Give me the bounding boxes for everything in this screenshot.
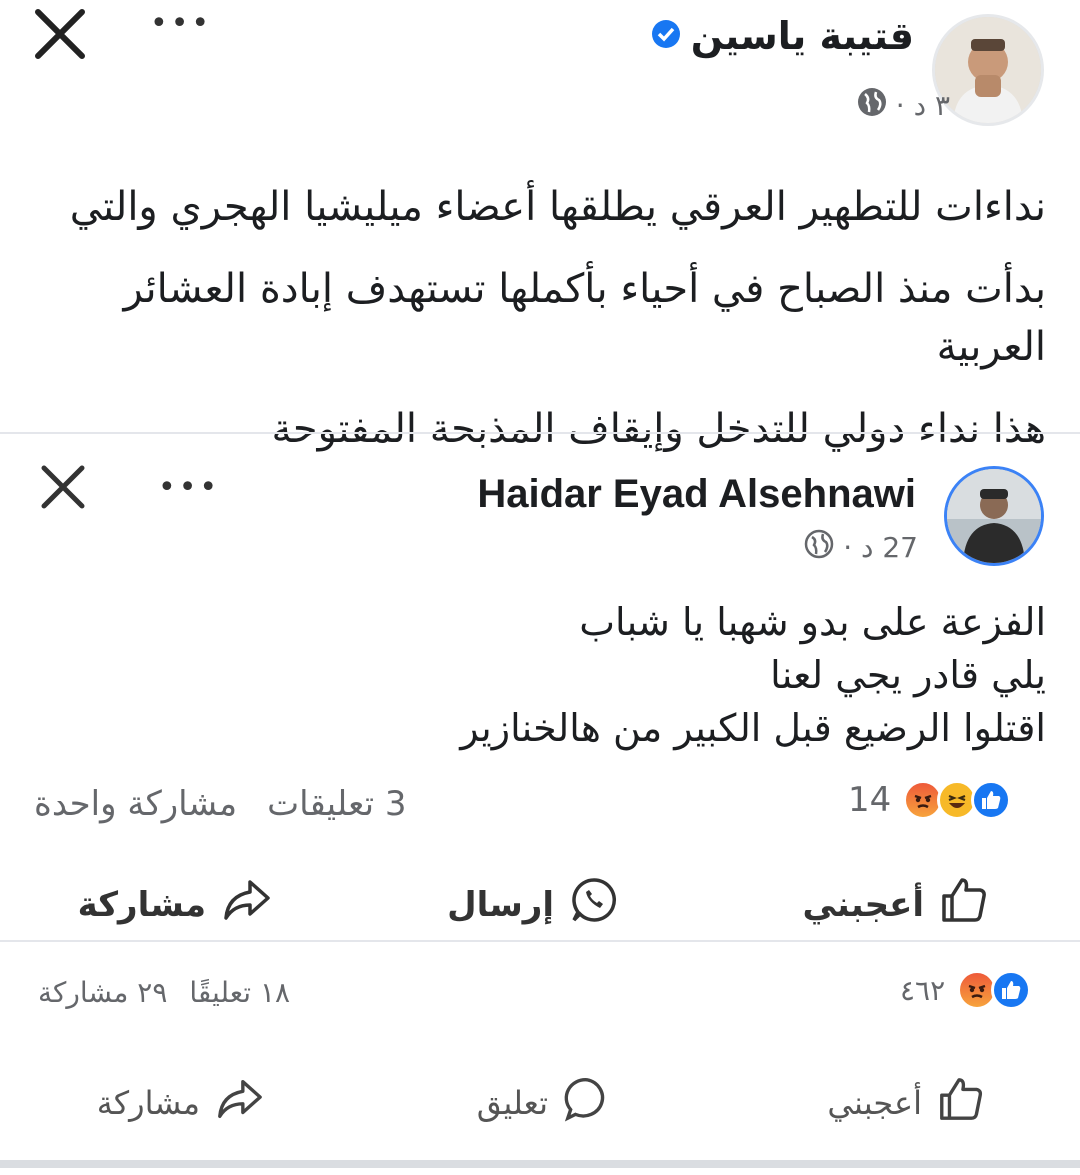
post-text-line: يلي قادر يجي لعنا	[770, 653, 1046, 697]
reaction-count: ٤٦٢	[900, 973, 946, 1007]
whatsapp-icon	[568, 874, 620, 935]
post-text-line: اقتلوا الرضيع قبل الكبير من هالخنازير	[460, 706, 1046, 750]
like-button[interactable]: أعجبني	[827, 1074, 986, 1132]
reaction-count: 14	[848, 780, 892, 820]
post-meta: 27 د ·	[803, 528, 918, 567]
engagement-stats: 3 تعليقات مشاركة واحدة	[34, 784, 407, 824]
post-text: الفزعة على بدو شهبا يا شباب يلي قادر يجي…	[46, 596, 1046, 755]
globe-icon	[856, 86, 888, 125]
close-icon[interactable]	[38, 462, 90, 518]
more-options-icon[interactable]: •••	[158, 473, 220, 503]
divider	[0, 1160, 1080, 1168]
post-text-line: هذا نداء دولي للتدخل وإيقاف المذبحة المف…	[271, 406, 1046, 452]
like-button[interactable]: أعجبني	[802, 874, 990, 935]
share-label: مشاركة	[96, 1084, 200, 1122]
more-options-icon[interactable]: •••	[150, 9, 212, 39]
divider	[0, 940, 1080, 942]
like-reaction-icon	[991, 970, 1032, 1010]
post-text-line: بدأت منذ الصباح في أحياء بأكملها تستهدف …	[123, 266, 1046, 370]
post-text-line: الفزعة على بدو شهبا يا شباب	[579, 600, 1046, 644]
like-reaction-icon	[971, 780, 1012, 820]
post-time[interactable]: 27 د ·	[843, 531, 918, 564]
share-count[interactable]: مشاركة واحدة	[34, 784, 237, 824]
share-arrow-icon	[214, 1074, 264, 1132]
share-label: مشاركة	[77, 884, 206, 925]
like-label: أعجبني	[802, 884, 924, 925]
post-text-line: نداءات للتطهير العرقي يطلقها أعضاء ميليش…	[69, 184, 1046, 230]
avatar[interactable]	[944, 466, 1044, 566]
post-text: نداءات للتطهير العرقي يطلقها أعضاء ميليش…	[26, 178, 1046, 458]
reactions-summary[interactable]: 14	[848, 780, 1012, 820]
like-label: أعجبني	[827, 1084, 922, 1122]
comment-bubble-icon	[562, 1074, 612, 1132]
comment-count[interactable]: 3 تعليقات	[267, 784, 406, 824]
comment-count[interactable]: ١٨ تعليقًا	[189, 976, 290, 1009]
close-icon[interactable]	[32, 6, 92, 70]
post-time[interactable]: ٣ د ·	[896, 89, 950, 122]
thumbs-up-icon	[938, 874, 990, 935]
globe-icon	[803, 528, 835, 567]
engagement-stats: ١٨ تعليقًا ٢٩ مشاركة	[38, 976, 290, 1009]
author-name[interactable]: Haidar Eyad Alsehnawi	[477, 472, 916, 517]
verified-badge-icon	[651, 19, 681, 53]
send-label: إرسال	[447, 884, 554, 925]
send-button[interactable]: إرسال	[447, 874, 620, 935]
comment-label: تعليق	[476, 1084, 548, 1122]
comment-button[interactable]: تعليق	[477, 1074, 612, 1132]
author-name[interactable]: قتيبة ياسين	[691, 14, 914, 58]
post-author[interactable]: قتيبة ياسين	[651, 14, 914, 58]
post-meta: ٣ د ·	[856, 86, 950, 125]
share-button[interactable]: مشاركة	[78, 874, 272, 935]
thumbs-up-icon	[936, 1074, 986, 1132]
divider	[0, 432, 1080, 434]
share-arrow-icon	[220, 874, 272, 935]
share-count[interactable]: ٢٩ مشاركة	[38, 976, 167, 1009]
reactions-summary[interactable]: ٤٦٢	[900, 970, 1032, 1010]
share-button[interactable]: مشاركة	[97, 1074, 264, 1132]
